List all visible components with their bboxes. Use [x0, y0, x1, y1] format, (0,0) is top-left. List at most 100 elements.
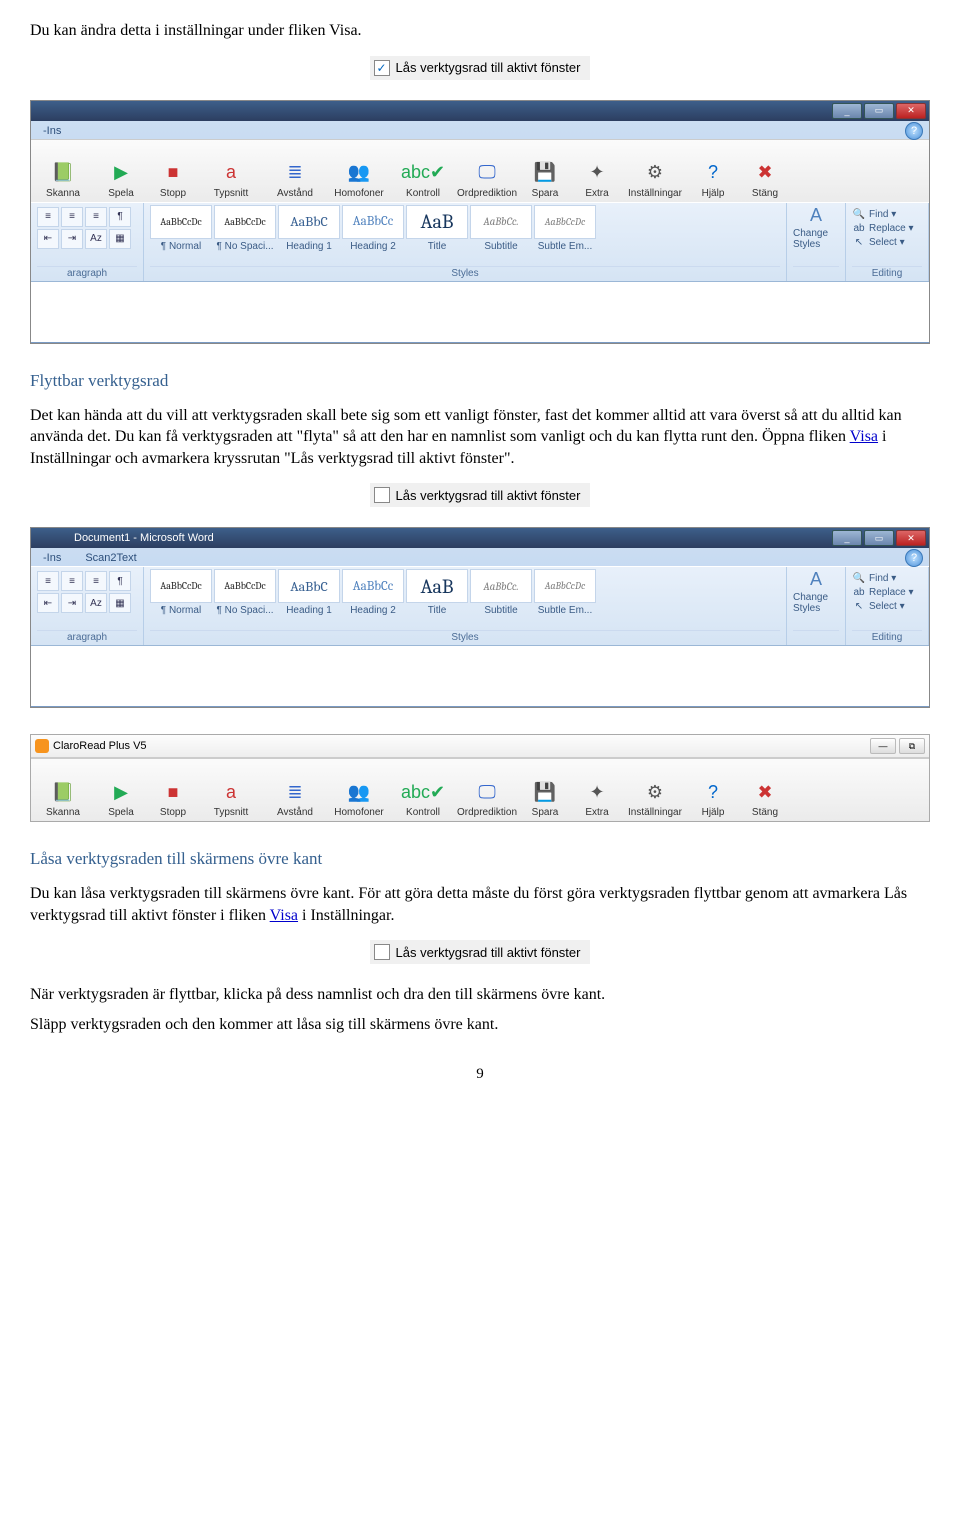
help-icon[interactable]: ? — [905, 122, 923, 140]
kontroll-icon: abc✔ — [409, 778, 437, 806]
claro-homofoner-button[interactable]: 👥Homofoner — [327, 778, 391, 821]
stopp-icon: ■ — [159, 778, 187, 806]
style-item[interactable]: AaBbCcDcSubtle Em... — [534, 569, 596, 616]
window-buttons: _ ▭ ✕ — [832, 103, 926, 119]
claro-hjälp-button[interactable]: ?Hjälp — [687, 159, 739, 202]
style-item[interactable]: AaBbCcDc¶ Normal — [150, 569, 212, 616]
maximize-button[interactable]: ▭ — [864, 530, 894, 546]
claro-skanna-button[interactable]: 📗Skanna — [31, 778, 95, 821]
editing-select[interactable]: ↖Select ▾ — [852, 601, 922, 612]
claro-stopp-button[interactable]: ■Stopp — [147, 159, 199, 202]
style-item[interactable]: AaBTitle — [406, 205, 468, 252]
paragraph-buttons[interactable]: ≡≡≡¶ ⇤⇥Az▦ — [37, 569, 137, 613]
claro-spela-button[interactable]: ▶Spela — [95, 778, 147, 821]
screenshot-word-undocked: Document1 - Microsoft Word _ ▭ ✕ -Ins Sc… — [30, 527, 930, 708]
extra-icon: ✦ — [583, 778, 611, 806]
claroread-window-title: ClaroRead Plus V5 — [53, 740, 147, 752]
window-buttons: _ ▭ ✕ — [832, 530, 926, 546]
editing-find[interactable]: 🔍Find ▾ — [852, 209, 922, 220]
ordprediktion-icon: 🖵 — [473, 778, 501, 806]
hjälp-icon: ? — [699, 159, 727, 187]
style-item[interactable]: AaBbCcDc¶ No Spaci... — [214, 569, 276, 616]
checkbox-icon — [374, 487, 390, 503]
claro-spara-button[interactable]: 💾Spara — [519, 778, 571, 821]
close-button[interactable]: ⧉ — [899, 738, 925, 754]
change-styles-button[interactable]: A Change Styles — [793, 569, 839, 614]
style-item[interactable]: AaBbCHeading 1 — [278, 205, 340, 252]
style-item[interactable]: AaBbCc.Subtitle — [470, 569, 532, 616]
styles-group-label: Styles — [150, 630, 780, 645]
paragraph-group-label: aragraph — [37, 630, 137, 645]
style-item[interactable]: AaBTitle — [406, 569, 468, 616]
claro-typsnitt-button[interactable]: aTypsnitt — [199, 778, 263, 821]
checkbox-icon — [374, 60, 390, 76]
editing-select[interactable]: ↖Select ▾ — [852, 237, 922, 248]
style-item[interactable]: AaBbCcHeading 2 — [342, 205, 404, 252]
editing-replace[interactable]: abReplace ▾ — [852, 587, 922, 598]
inställningar-icon: ⚙ — [641, 778, 669, 806]
claro-kontroll-button[interactable]: abc✔Kontroll — [391, 159, 455, 202]
claroread-toolbar: 📗Skanna▶Spela■StoppaTypsnitt≣Avstånd👥Hom… — [31, 139, 929, 202]
paragraph-buttons[interactable]: ≡≡≡¶ ⇤⇥Az▦ — [37, 205, 137, 249]
style-item[interactable]: AaBbCc.Subtitle — [470, 205, 532, 252]
visa-link[interactable]: Visa — [850, 428, 878, 445]
claro-typsnitt-button[interactable]: aTypsnitt — [199, 159, 263, 202]
avstånd-icon: ≣ — [281, 778, 309, 806]
style-item[interactable]: AaBbCcHeading 2 — [342, 569, 404, 616]
visa-link[interactable]: Visa — [270, 907, 298, 924]
claro-spara-button[interactable]: 💾Spara — [519, 159, 571, 202]
claro-hjälp-button[interactable]: ?Hjälp — [687, 778, 739, 821]
minimize-button[interactable]: _ — [832, 103, 862, 119]
checkbox-figure-unchecked-2: Lås verktygsrad till aktivt fönster — [30, 940, 930, 964]
editing-replace[interactable]: abReplace ▾ — [852, 223, 922, 234]
maximize-button[interactable]: ▭ — [864, 103, 894, 119]
claro-avstånd-button[interactable]: ≣Avstånd — [263, 159, 327, 202]
close-button[interactable]: ✕ — [896, 530, 926, 546]
style-item[interactable]: AaBbCHeading 1 — [278, 569, 340, 616]
claro-stäng-button[interactable]: ✖Stäng — [739, 778, 791, 821]
inställningar-icon: ⚙ — [641, 159, 669, 187]
claro-avstånd-button[interactable]: ≣Avstånd — [263, 778, 327, 821]
minimize-button[interactable]: _ — [832, 530, 862, 546]
claro-extra-button[interactable]: ✦Extra — [571, 159, 623, 202]
editing-find[interactable]: 🔍Find ▾ — [852, 573, 922, 584]
style-item[interactable]: AaBbCcDc¶ Normal — [150, 205, 212, 252]
claro-inställningar-button[interactable]: ⚙Inställningar — [623, 159, 687, 202]
avstånd-icon: ≣ — [281, 159, 309, 187]
tab-scan2text[interactable]: Scan2Text — [79, 550, 142, 566]
window-title: Document1 - Microsoft Word — [34, 532, 214, 544]
kontroll-icon: abc✔ — [409, 159, 437, 187]
claro-skanna-button[interactable]: 📗Skanna — [31, 159, 95, 202]
claro-extra-button[interactable]: ✦Extra — [571, 778, 623, 821]
final-para-1: När verktygsraden är flyttbar, klicka på… — [30, 984, 930, 1006]
minimize-button[interactable]: — — [870, 738, 896, 754]
screenshot-word-docked: _ ▭ ✕ -Ins ? 📗Skanna▶Spela■StoppaTypsnit… — [30, 100, 930, 344]
checkbox-label: Lås verktygsrad till aktivt fönster — [396, 488, 581, 503]
claro-homofoner-button[interactable]: 👥Homofoner — [327, 159, 391, 202]
tab-ins[interactable]: -Ins — [37, 550, 67, 566]
section1-body: Det kan hända att du vill att verktygsra… — [30, 405, 930, 470]
claro-ordprediktion-button[interactable]: 🖵Ordprediktion — [455, 778, 519, 821]
style-item[interactable]: AaBbCcDc¶ No Spaci... — [214, 205, 276, 252]
claroread-toolbar: 📗Skanna▶Spela■StoppaTypsnitt≣Avstånd👥Hom… — [31, 758, 929, 821]
editing-group: 🔍Find ▾ abReplace ▾ ↖Select ▾ — [852, 205, 922, 248]
claro-inställningar-button[interactable]: ⚙Inställningar — [623, 778, 687, 821]
claroread-floating-window: ClaroRead Plus V5 — ⧉ 📗Skanna▶Spela■Stop… — [30, 734, 930, 822]
help-icon[interactable]: ? — [905, 549, 923, 567]
tab-ins[interactable]: -Ins — [37, 123, 67, 139]
section1-heading: Flyttbar verktygsrad — [30, 370, 930, 393]
styles-gallery[interactable]: AaBbCcDc¶ NormalAaBbCcDc¶ No Spaci...AaB… — [150, 205, 780, 252]
change-styles-button[interactable]: A Change Styles — [793, 205, 839, 250]
checkbox-icon — [374, 944, 390, 960]
typsnitt-icon: a — [217, 778, 245, 806]
close-button[interactable]: ✕ — [896, 103, 926, 119]
claro-ordprediktion-button[interactable]: 🖵Ordprediktion — [455, 159, 519, 202]
claro-stopp-button[interactable]: ■Stopp — [147, 778, 199, 821]
claro-spela-button[interactable]: ▶Spela — [95, 159, 147, 202]
page-number: 9 — [30, 1066, 930, 1083]
checkbox-label: Lås verktygsrad till aktivt fönster — [396, 60, 581, 75]
styles-gallery[interactable]: AaBbCcDc¶ NormalAaBbCcDc¶ No Spaci...AaB… — [150, 569, 780, 616]
claro-kontroll-button[interactable]: abc✔Kontroll — [391, 778, 455, 821]
claro-stäng-button[interactable]: ✖Stäng — [739, 159, 791, 202]
style-item[interactable]: AaBbCcDcSubtle Em... — [534, 205, 596, 252]
